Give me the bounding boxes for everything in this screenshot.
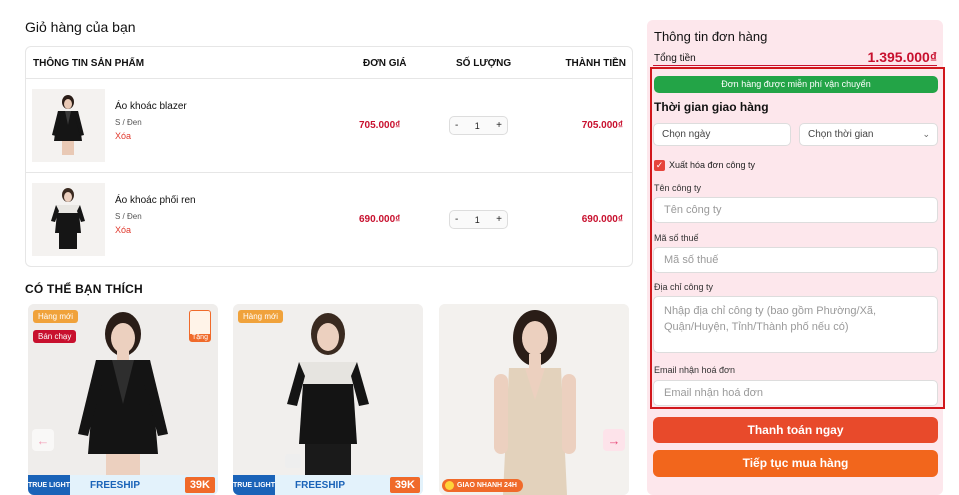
- cart-row: Áo khoác blazer S / Đen Xóa 705.000₫ - 1…: [26, 79, 632, 173]
- promo-freeship: FREESHIP: [295, 479, 346, 491]
- quantity-stepper: - 1 +: [449, 210, 508, 229]
- decrease-quantity-button[interactable]: -: [455, 214, 458, 225]
- header-line-total: THÀNH TIỀN: [565, 58, 626, 69]
- badge-new: Hàng mới: [238, 310, 284, 323]
- promo-brand: TRUE LIGHT: [28, 475, 70, 495]
- tax-code-label: Mã số thuế: [654, 233, 699, 243]
- header-quantity: SỐ LƯỢNG: [456, 58, 512, 69]
- delivery-date-placeholder: Chọn ngày: [662, 129, 711, 140]
- promo-brand: TRUE LIGHT: [233, 475, 275, 495]
- free-shipping-banner: Đơn hàng được miễn phí vận chuyển: [654, 76, 938, 93]
- product-image-lace-jacket: [32, 183, 105, 256]
- gift-label: Tặng: [190, 334, 210, 341]
- delivery-date-select[interactable]: Chọn ngày: [653, 123, 791, 146]
- header-product-info: THÔNG TIN SẢN PHẨM: [33, 58, 145, 69]
- product-card-image: [439, 304, 629, 495]
- promo-amount: 39K: [184, 477, 215, 493]
- company-name-input[interactable]: [653, 197, 938, 223]
- continue-shopping-button[interactable]: Tiếp tục mua hàng: [653, 450, 938, 477]
- badge-bestseller: Bán chạy: [33, 330, 77, 343]
- chevron-down-icon: ⌄: [922, 129, 930, 139]
- gift-icon: Tặng: [189, 310, 211, 342]
- unit-price: 690.000₫: [359, 214, 401, 225]
- badge-new: Hàng mới: [33, 310, 79, 323]
- product-card-image: [233, 304, 423, 495]
- invoice-checkbox-label[interactable]: Xuất hóa đơn công ty: [669, 160, 755, 170]
- cart-title: Giỏ hàng của bạn: [25, 19, 136, 35]
- order-summary-title: Thông tin đơn hàng: [654, 29, 768, 44]
- company-name-label: Tên công ty: [654, 183, 702, 193]
- quantity-value[interactable]: 1: [475, 121, 480, 131]
- product-card[interactable]: Hàng mới TRUE LIGHT FREESHIP 39K: [233, 304, 423, 495]
- carousel-next-button[interactable]: →: [603, 429, 625, 451]
- invoice-email-input[interactable]: [653, 380, 938, 406]
- quantity-value[interactable]: 1: [475, 215, 480, 225]
- lightning-icon: [445, 481, 454, 490]
- quantity-stepper: - 1 +: [449, 116, 508, 135]
- promo-banner: TRUE LIGHT FREESHIP 39K: [28, 475, 218, 495]
- tax-code-input[interactable]: [653, 247, 938, 273]
- delivery-time-title: Thời gian giao hàng: [654, 100, 769, 114]
- cart-row: Áo khoác phối ren S / Đen Xóa 690.000₫ -…: [26, 173, 632, 267]
- product-thumbnail[interactable]: [32, 183, 105, 256]
- promo-banner: TRUE LIGHT FREESHIP 39K: [233, 475, 423, 495]
- line-total: 690.000₫: [581, 214, 623, 225]
- carousel-prev-button[interactable]: ←: [32, 429, 54, 451]
- cart-table-header: THÔNG TIN SẢN PHẨM ĐƠN GIÁ SỐ LƯỢNG THÀN…: [26, 47, 632, 79]
- promo-freeship: FREESHIP: [90, 479, 141, 491]
- remove-item-button[interactable]: Xóa: [115, 131, 131, 141]
- invoice-email-label: Email nhận hoá đơn: [654, 365, 735, 375]
- express-label: GIAO NHANH 24H: [457, 482, 517, 489]
- company-address-label: Địa chỉ công ty: [654, 282, 714, 292]
- increase-quantity-button[interactable]: +: [496, 120, 502, 131]
- increase-quantity-button[interactable]: +: [496, 214, 502, 225]
- remove-item-button[interactable]: Xóa: [115, 225, 131, 235]
- product-variant: S / Đen: [115, 212, 142, 221]
- delivery-time-select[interactable]: Chọn thời gian ⌄: [799, 123, 938, 146]
- order-total-value: 1.395.000₫: [867, 49, 937, 65]
- product-card[interactable]: GIAO NHANH 24H: [439, 304, 629, 495]
- product-variant: S / Đen: [115, 118, 142, 127]
- decrease-quantity-button[interactable]: -: [455, 120, 458, 131]
- product-image-blazer: [32, 89, 105, 162]
- product-name[interactable]: Áo khoác blazer: [115, 101, 187, 112]
- delivery-time-placeholder: Chọn thời gian: [808, 129, 874, 140]
- product-name[interactable]: Áo khoác phối ren: [115, 195, 196, 206]
- checkout-button[interactable]: Thanh toán ngay: [653, 417, 938, 443]
- express-badge: GIAO NHANH 24H: [442, 479, 523, 492]
- company-address-input[interactable]: [653, 296, 938, 353]
- order-total-label: Tổng tiền: [654, 53, 696, 64]
- unit-price: 705.000₫: [359, 120, 401, 131]
- summary-divider: [653, 65, 937, 66]
- product-thumbnail[interactable]: [32, 89, 105, 162]
- cart-page: Giỏ hàng của bạn THÔNG TIN SẢN PHẨM ĐƠN …: [0, 0, 959, 495]
- recommendations-title: CÓ THỂ BẠN THÍCH: [25, 282, 143, 296]
- header-unit-price: ĐƠN GIÁ: [363, 58, 407, 69]
- product-card[interactable]: Hàng mới Bán chạy Tặng TRUE LIGHT FREESH…: [28, 304, 218, 495]
- cart-table: THÔNG TIN SẢN PHẨM ĐƠN GIÁ SỐ LƯỢNG THÀN…: [25, 46, 633, 267]
- invoice-checkbox[interactable]: ✓: [654, 160, 665, 171]
- line-total: 705.000₫: [581, 120, 623, 131]
- promo-amount: 39K: [389, 477, 420, 493]
